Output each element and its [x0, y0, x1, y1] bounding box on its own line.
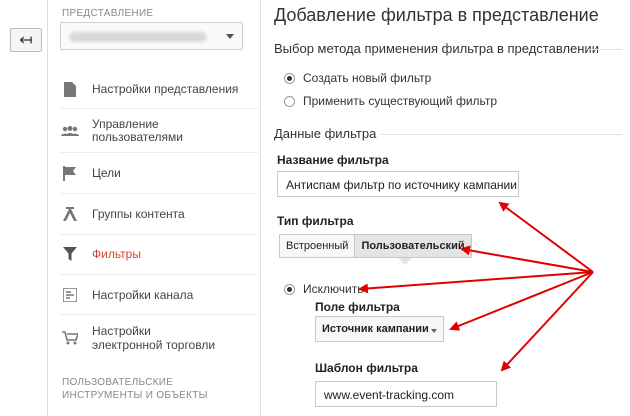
sidebar-item-label: Цели — [92, 166, 121, 180]
filter-type-toggle: Встроенный Пользовательский — [279, 234, 472, 258]
radio-create-new[interactable]: Создать новый фильтр — [284, 71, 431, 85]
filter-name-input[interactable]: Антиспам фильтр по источнику кампании — [277, 171, 519, 197]
radio-button[interactable] — [284, 95, 295, 107]
channel-icon — [48, 288, 92, 302]
back-button[interactable]: ↤ — [10, 28, 42, 52]
cart-icon — [48, 331, 92, 345]
chevron-down-icon — [431, 329, 437, 333]
radio-label: Применить существующий фильтр — [303, 94, 498, 108]
sidebar-item-label: Настройки представления — [92, 82, 239, 96]
view-select-value — [69, 32, 207, 42]
radio-button[interactable] — [284, 72, 295, 84]
data-heading: Данные фильтра — [274, 126, 377, 141]
content-group-icon — [48, 207, 92, 221]
flag-icon — [48, 165, 92, 181]
sidebar-item-view-settings[interactable]: Настройки представления — [48, 78, 260, 100]
filter-field-value: Источник кампании — [322, 323, 429, 335]
filter-name-label: Название фильтра — [277, 153, 389, 167]
filter-pattern-input[interactable]: www.event-tracking.com — [315, 381, 497, 407]
radio-apply-existing[interactable]: Применить существующий фильтр — [284, 94, 497, 108]
sidebar-item-label: Фильтры — [92, 247, 141, 261]
radio-label: Создать новый фильтр — [303, 71, 432, 85]
sidebar-section-title: ПРЕДСТАВЛЕНИЕ — [62, 8, 154, 19]
main-panel: Добавление фильтра в представление Выбор… — [262, 0, 630, 416]
type-builtin-button[interactable]: Встроенный — [279, 234, 356, 258]
users-icon — [48, 125, 92, 137]
back-arrow-icon: ↤ — [19, 32, 33, 49]
chevron-down-icon — [226, 34, 234, 39]
sidebar-item-label: Настройки электронной торговли — [92, 324, 216, 352]
left-rail: ↤ — [0, 0, 48, 416]
filter-icon — [48, 247, 92, 261]
filter-field-select[interactable]: Источник кампании — [315, 316, 444, 342]
method-heading: Выбор метода применения фильтра в предст… — [274, 41, 599, 56]
sidebar-item-ecommerce[interactable]: Настройки электронной торговли — [48, 322, 260, 354]
sidebar-item-channel-settings[interactable]: Настройки канала — [48, 284, 260, 306]
radio-label: Исключить — [303, 282, 364, 296]
filter-field-label: Поле фильтра — [315, 300, 400, 314]
sidebar: ПРЕДСТАВЛЕНИЕ Настройки представления Уп… — [48, 0, 261, 416]
page-title: Добавление фильтра в представление — [274, 5, 599, 25]
sidebar-item-filters[interactable]: Фильтры — [48, 243, 260, 265]
document-icon — [48, 81, 92, 97]
filter-type-label: Тип фильтра — [277, 214, 354, 228]
type-custom-button[interactable]: Пользовательский — [355, 234, 472, 258]
view-select[interactable] — [60, 22, 243, 50]
filter-pattern-label: Шаблон фильтра — [315, 361, 418, 375]
sidebar-item-label: Управление пользователями — [92, 117, 183, 144]
radio-button[interactable] — [284, 283, 295, 295]
sidebar-item-label: Настройки канала — [92, 288, 194, 302]
sidebar-bottom-section-title: ПОЛЬЗОВАТЕЛЬСКИЕ ИНСТРУМЕНТЫ И ОБЪЕКТЫ — [62, 377, 208, 401]
sidebar-item-content-groups[interactable]: Группы контента — [48, 203, 260, 225]
sidebar-item-goals[interactable]: Цели — [48, 162, 260, 184]
sidebar-item-users[interactable]: Управление пользователями — [48, 115, 260, 147]
radio-exclude[interactable]: Исключить — [284, 282, 363, 296]
sidebar-item-label: Группы контента — [92, 207, 185, 221]
